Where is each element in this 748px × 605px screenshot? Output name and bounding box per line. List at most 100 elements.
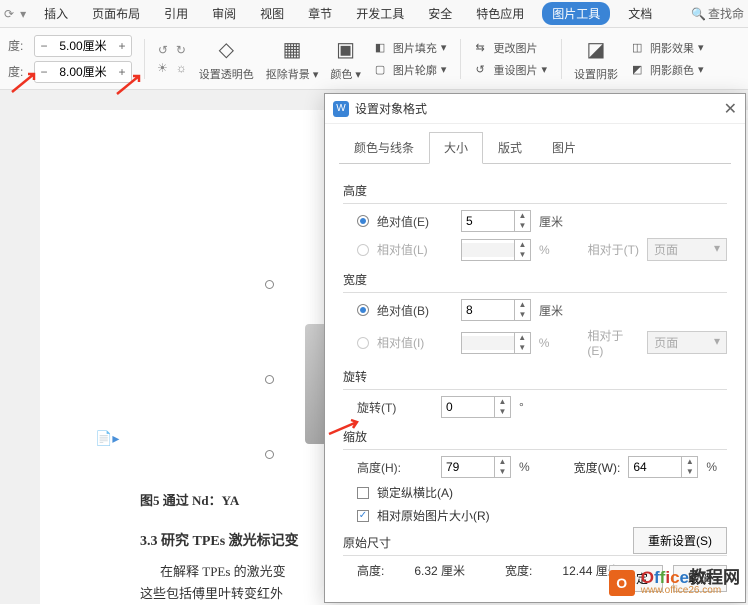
down-button[interactable]: ▼: [495, 467, 510, 477]
selection-handle[interactable]: [265, 450, 274, 459]
selection-handle[interactable]: [265, 280, 274, 289]
up-button[interactable]: ▲: [495, 397, 510, 407]
search-placeholder: 查找命: [708, 5, 744, 22]
color-icon: ▣: [332, 36, 360, 64]
ribbon-separator: [561, 39, 562, 79]
set-transparent-button[interactable]: ◇ 设置透明色: [199, 36, 254, 82]
width-fieldset: 宽度 绝对值(B) ▲▼ 厘米 相对值(I) ▲▼ % 相对于(E) 页面▾: [343, 267, 727, 358]
chevron-down-icon: ▾: [714, 241, 720, 258]
shadow-effect-button[interactable]: ◫阴影效果 ▾: [630, 38, 706, 58]
unit: °: [519, 400, 524, 414]
rotate-left-icon[interactable]: ↺: [158, 43, 168, 57]
minus-button[interactable]: −: [35, 39, 53, 53]
plus-button[interactable]: +: [113, 39, 131, 53]
abs-height-input[interactable]: ▲▼: [461, 210, 531, 232]
label: 相对原始图片大小(R): [377, 507, 490, 524]
page-nav-icon[interactable]: 📄▸: [95, 430, 119, 447]
down-button[interactable]: ▼: [515, 221, 530, 231]
search-icon: 🔍: [691, 7, 706, 21]
tab-size[interactable]: 大小: [429, 132, 483, 164]
down-button[interactable]: ▼: [495, 407, 510, 417]
tab-pagelayout[interactable]: 页面布局: [86, 2, 146, 25]
rotate-input[interactable]: ▲▼: [441, 396, 511, 418]
outline-icon: ▢: [375, 63, 389, 77]
picture-fill-button[interactable]: ◧图片填充 ▾: [373, 38, 449, 58]
tab-security[interactable]: 安全: [422, 2, 458, 25]
reset-icon: ↺: [475, 63, 489, 77]
up-button[interactable]: ▲: [495, 457, 510, 467]
reset-button[interactable]: 重新设置(S): [633, 527, 727, 554]
width-input[interactable]: [53, 65, 113, 79]
tab-insert[interactable]: 插入: [38, 2, 74, 25]
remove-bg-button[interactable]: ▦ 抠除背景 ▾: [266, 36, 319, 82]
reset-picture-button[interactable]: ↺重设图片 ▾: [473, 60, 549, 80]
tab-section[interactable]: 章节: [302, 2, 338, 25]
relto-select: 页面▾: [647, 331, 727, 354]
close-button[interactable]: ✕: [724, 99, 737, 119]
tab-view[interactable]: 视图: [254, 2, 290, 25]
tab-review[interactable]: 审阅: [206, 2, 242, 25]
relto-label: 相对于(T): [588, 241, 639, 258]
label: 设置透明色: [199, 66, 254, 82]
relto-label: 相对于(E): [587, 327, 639, 358]
up-button[interactable]: ▲: [682, 457, 697, 467]
plus-button[interactable]: +: [113, 65, 131, 79]
tab-doc-cut[interactable]: 文档: [622, 2, 658, 25]
height-spinner[interactable]: − +: [34, 35, 132, 57]
fieldset-title: 旋转: [343, 364, 727, 389]
quickaccess-icons: ⟳ ▾: [4, 7, 26, 21]
width-spinner[interactable]: − +: [34, 61, 132, 83]
tab-layout[interactable]: 版式: [483, 132, 537, 163]
tab-color-lines[interactable]: 颜色与线条: [339, 132, 429, 163]
ribbon: 度: − + 度: − + ↺ ↻ ☀ ☼ ◇ 设置透明色: [0, 28, 748, 90]
change-picture-button[interactable]: ⇆更改图片: [473, 38, 549, 58]
set-shadow-button[interactable]: ◪ 设置阴影: [574, 36, 618, 82]
unit: %: [539, 243, 550, 257]
abs-width-input[interactable]: ▲▼: [461, 299, 531, 321]
doc-paragraph: 这些包括傅里叶转变红外: [140, 582, 283, 605]
qa-icon[interactable]: ▾: [20, 7, 26, 21]
qa-icon[interactable]: ⟳: [4, 7, 14, 21]
tab-picturetools[interactable]: 图片工具: [542, 2, 610, 25]
shadow-color-button[interactable]: ◩阴影颜色 ▾: [630, 60, 706, 80]
tab-special[interactable]: 特色应用: [470, 2, 530, 25]
height-input[interactable]: [53, 39, 113, 53]
color-button[interactable]: ▣ 颜色 ▾: [330, 36, 361, 82]
radio-abs-height[interactable]: [357, 215, 369, 227]
label: 高度(H):: [357, 459, 433, 476]
doc-paragraph: 在解释 TPEs 的激光变: [160, 560, 286, 583]
brightness-up-icon[interactable]: ☼: [176, 61, 187, 75]
rel-orig-checkbox[interactable]: [357, 510, 369, 522]
down-button[interactable]: ▼: [682, 467, 697, 477]
down-button[interactable]: ▼: [515, 310, 530, 320]
tab-references[interactable]: 引用: [158, 2, 194, 25]
rotate-right-icon[interactable]: ↻: [176, 43, 186, 57]
up-button[interactable]: ▲: [515, 211, 530, 221]
radio-abs-width[interactable]: [357, 304, 369, 316]
selection-handle[interactable]: [265, 375, 274, 384]
scale-h-input[interactable]: ▲▼: [441, 456, 511, 478]
cancel-button[interactable]: 取消: [673, 565, 727, 592]
ribbon-separator: [460, 39, 461, 79]
relto-select: 页面▾: [647, 238, 727, 261]
search-box[interactable]: 🔍 查找命: [691, 5, 744, 22]
doc-heading: 3.3 研究 TPEs 激光标记变: [140, 530, 299, 550]
rotate-icons: ↺ ↻ ☀ ☼: [157, 43, 187, 75]
ok-button[interactable]: 确定: [609, 565, 663, 592]
lock-aspect-checkbox[interactable]: [357, 487, 369, 499]
label: 绝对值(E): [377, 213, 453, 230]
picture-outline-button[interactable]: ▢图片轮廓 ▾: [373, 60, 449, 80]
rel-width-input: ▲▼: [461, 332, 531, 354]
minus-button[interactable]: −: [35, 65, 53, 79]
brightness-down-icon[interactable]: ☀: [157, 61, 168, 75]
label: 宽度:: [505, 562, 532, 579]
tab-devtools[interactable]: 开发工具: [350, 2, 410, 25]
shadow-group: ◫阴影效果 ▾ ◩阴影颜色 ▾: [630, 38, 706, 80]
scale-w-input[interactable]: ▲▼: [628, 456, 698, 478]
dialog-titlebar[interactable]: W 设置对象格式 ✕: [325, 94, 745, 124]
unit: 厘米: [539, 213, 563, 230]
up-button[interactable]: ▲: [515, 300, 530, 310]
change-reset-group: ⇆更改图片 ↺重设图片 ▾: [473, 38, 549, 80]
tab-picture[interactable]: 图片: [537, 132, 591, 163]
dialog-body: 高度 绝对值(E) ▲▼ 厘米 相对值(L) ▲▼ % 相对于(T) 页面▾ 宽…: [325, 164, 745, 587]
